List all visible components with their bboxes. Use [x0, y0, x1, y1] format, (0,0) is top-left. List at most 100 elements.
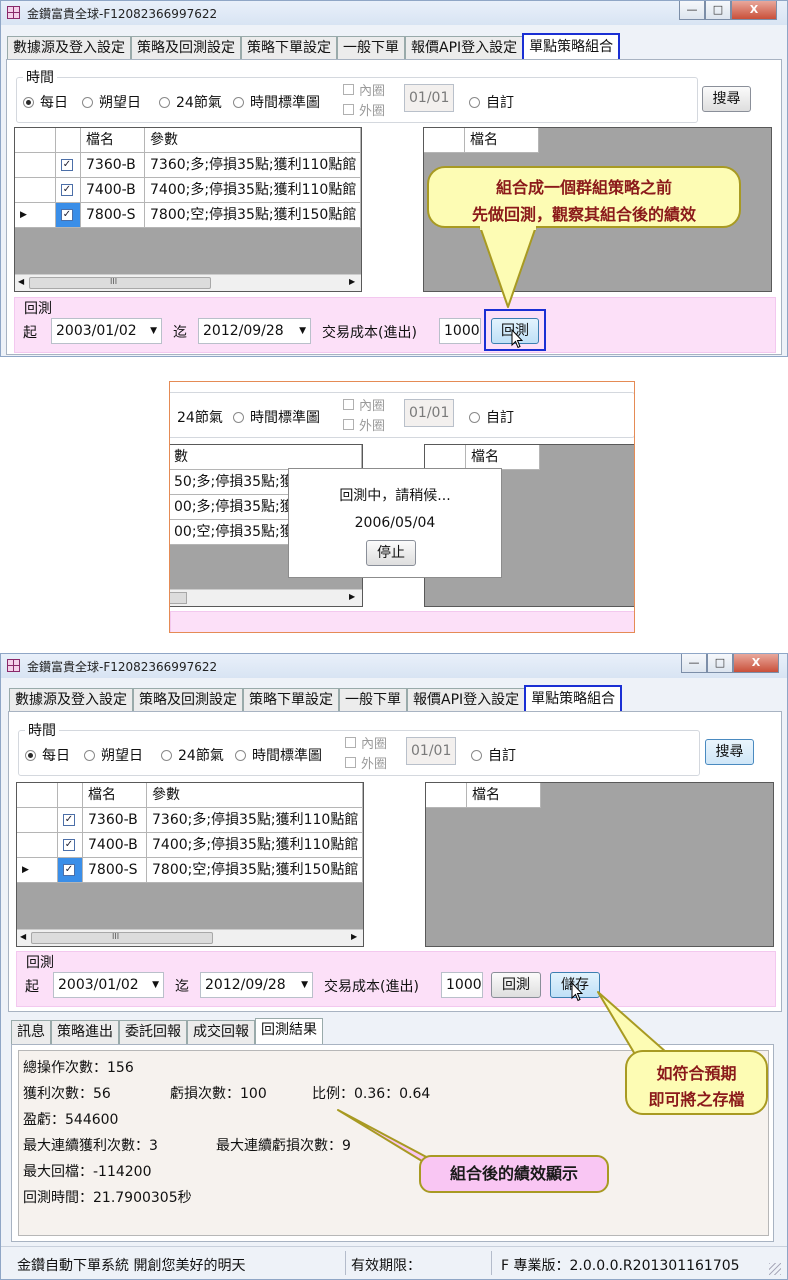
end-date-picker[interactable]: 2012/09/28 ▼	[198, 318, 311, 344]
date-field[interactable]: 01/01	[406, 737, 456, 765]
row-checkbox-cell[interactable]: ✓	[56, 203, 81, 228]
search-button[interactable]: 搜尋	[702, 86, 751, 112]
grid-header-name[interactable]: 檔名	[83, 783, 147, 808]
outer-circle-checkbox[interactable]: 外圈	[345, 753, 387, 772]
date-field[interactable]: 01/01	[404, 84, 454, 112]
scroll-left-arrow[interactable]: ◀	[20, 932, 26, 941]
tab-strategy-order[interactable]: 策略下單設定	[243, 688, 339, 712]
row-checkbox-cell[interactable]: ✓	[58, 833, 83, 858]
stop-button[interactable]: 停止	[366, 540, 416, 566]
grid-header-name[interactable]: 檔名	[81, 128, 145, 153]
outer-circle-checkbox[interactable]: 外圈	[343, 100, 385, 119]
tab-data-source[interactable]: 數據源及登入設定	[9, 688, 133, 712]
scroll-right-arrow[interactable]: ▶	[351, 932, 357, 941]
scroll-thumb[interactable]: III	[29, 277, 211, 289]
tab-strategy-order[interactable]: 策略下單設定	[241, 36, 337, 60]
start-date-picker[interactable]: 2003/01/02 ▼	[53, 972, 164, 998]
maximize-button[interactable]: □	[707, 654, 733, 673]
snapshot-radio-custom[interactable]: 自訂	[469, 407, 514, 427]
tab-order-reports[interactable]: 委託回報	[119, 1020, 187, 1044]
grid-header-params[interactable]: 參數	[145, 128, 361, 153]
strategy-grid[interactable]: 檔名 參數 ✓ 7360-B 7360;多;停損35點;獲利110點館 ✓ 74…	[14, 127, 362, 292]
snapshot-hscroll[interactable]: ▶	[170, 589, 362, 606]
close-button[interactable]: X	[731, 1, 777, 20]
row-header-current[interactable]: ▶	[15, 203, 56, 228]
tab-strategy-backtest[interactable]: 策略及回測設定	[131, 36, 241, 60]
scroll-left-arrow[interactable]: ◀	[18, 277, 24, 286]
radio-daily[interactable]: 每日	[25, 745, 70, 765]
row-checkbox-cell[interactable]: ✓	[58, 808, 83, 833]
radio-solar-terms[interactable]: 24節氣	[159, 92, 222, 112]
scroll-thumb[interactable]: III	[31, 932, 213, 944]
minimize-button[interactable]: —	[679, 1, 705, 20]
tab-data-source[interactable]: 數據源及登入設定	[7, 36, 131, 60]
group-grid[interactable]: 檔名	[425, 782, 774, 947]
radio-standard-chart[interactable]: 時間標準圖	[235, 745, 322, 765]
row-checkbox-cell[interactable]: ✓	[56, 178, 81, 203]
row-checkbox-cell[interactable]: ✓	[58, 858, 83, 883]
tab-fill-reports[interactable]: 成交回報	[187, 1020, 255, 1044]
maximize-button[interactable]: □	[705, 1, 731, 20]
callout-1-pointer-cover	[480, 224, 536, 230]
chevron-down-icon[interactable]: ▼	[299, 319, 306, 343]
resize-grip-icon[interactable]	[769, 1263, 781, 1275]
minimize-button[interactable]: —	[681, 654, 707, 673]
snapshot-date-field[interactable]: 01/01	[404, 399, 454, 427]
start-date-picker[interactable]: 2003/01/02 ▼	[51, 318, 162, 344]
radio-custom[interactable]: 自訂	[471, 745, 516, 765]
cost-input[interactable]: 1000	[439, 318, 481, 344]
grid-hscroll[interactable]: ◀ III ▶	[15, 274, 361, 291]
snapshot-scroll-right[interactable]: ▶	[349, 592, 355, 601]
row-checkbox-cell[interactable]: ✓	[56, 153, 81, 178]
row-checkbox[interactable]: ✓	[61, 159, 73, 171]
snapshot-radio-solar[interactable]: 24節氣	[177, 407, 223, 427]
tab-strategy-backtest[interactable]: 策略及回測設定	[133, 688, 243, 712]
tab-strategy-entries[interactable]: 策略進出	[51, 1020, 119, 1044]
strategy-grid[interactable]: 檔名 參數 ✓ 7360-B 7360;多;停損35點;獲利110點館 ✓ 74…	[16, 782, 364, 947]
radio-daily[interactable]: 每日	[23, 92, 68, 112]
inner-circle-checkbox[interactable]: 內圈	[345, 733, 387, 752]
tab-general-order[interactable]: 一般下單	[337, 36, 405, 60]
tab-single-point-combo[interactable]: 單點策略組合	[524, 685, 623, 713]
tab-messages[interactable]: 訊息	[11, 1020, 51, 1044]
row-checkbox[interactable]: ✓	[63, 814, 75, 826]
scroll-right-arrow[interactable]: ▶	[349, 277, 355, 286]
row-header[interactable]	[15, 178, 56, 203]
chevron-down-icon[interactable]: ▼	[301, 973, 308, 997]
tab-quote-api[interactable]: 報價API登入設定	[407, 688, 526, 712]
grid-header-params[interactable]: 參數	[147, 783, 363, 808]
cost-input[interactable]: 1000	[441, 972, 483, 998]
snapshot-scroll-thumb[interactable]	[170, 592, 187, 604]
row-checkbox[interactable]: ✓	[61, 184, 73, 196]
radio-lunar[interactable]: 朔望日	[84, 745, 143, 765]
tab-general-order[interactable]: 一般下單	[339, 688, 407, 712]
snapshot-radio-standard[interactable]: 時間標準圖	[233, 407, 320, 427]
tab-quote-api[interactable]: 報價API登入設定	[405, 36, 524, 60]
radio-solar-terms[interactable]: 24節氣	[161, 745, 224, 765]
grid-right-header-name[interactable]: 檔名	[465, 128, 539, 153]
radio-standard-chart[interactable]: 時間標準圖	[233, 92, 320, 112]
end-date-picker[interactable]: 2012/09/28 ▼	[200, 972, 313, 998]
row-header[interactable]	[17, 833, 58, 858]
backtest-button[interactable]: 回測	[491, 972, 541, 998]
row-header-current[interactable]: ▶	[17, 858, 58, 883]
stat-max-drawdown: 最大回檔：-114200	[23, 1164, 152, 1180]
grid-right-header-name[interactable]: 檔名	[467, 783, 541, 808]
row-checkbox[interactable]: ✓	[63, 864, 75, 876]
radio-lunar[interactable]: 朔望日	[82, 92, 141, 112]
chevron-down-icon[interactable]: ▼	[150, 319, 157, 343]
radio-custom[interactable]: 自訂	[469, 92, 514, 112]
close-button[interactable]: X	[733, 654, 779, 673]
row-checkbox[interactable]: ✓	[63, 839, 75, 851]
tab-single-point-combo[interactable]: 單點策略組合	[522, 33, 621, 61]
chevron-down-icon[interactable]: ▼	[152, 973, 159, 997]
row-header[interactable]	[17, 808, 58, 833]
snapshot-inner-circle[interactable]: 內圈	[343, 395, 385, 414]
inner-circle-checkbox[interactable]: 內圈	[343, 80, 385, 99]
snapshot-outer-circle[interactable]: 外圈	[343, 415, 385, 434]
row-header[interactable]	[15, 153, 56, 178]
tab-backtest-results[interactable]: 回測結果	[255, 1018, 323, 1044]
row-checkbox[interactable]: ✓	[61, 209, 73, 221]
grid-hscroll[interactable]: ◀ III ▶	[17, 929, 363, 946]
search-button[interactable]: 搜尋	[705, 739, 754, 765]
